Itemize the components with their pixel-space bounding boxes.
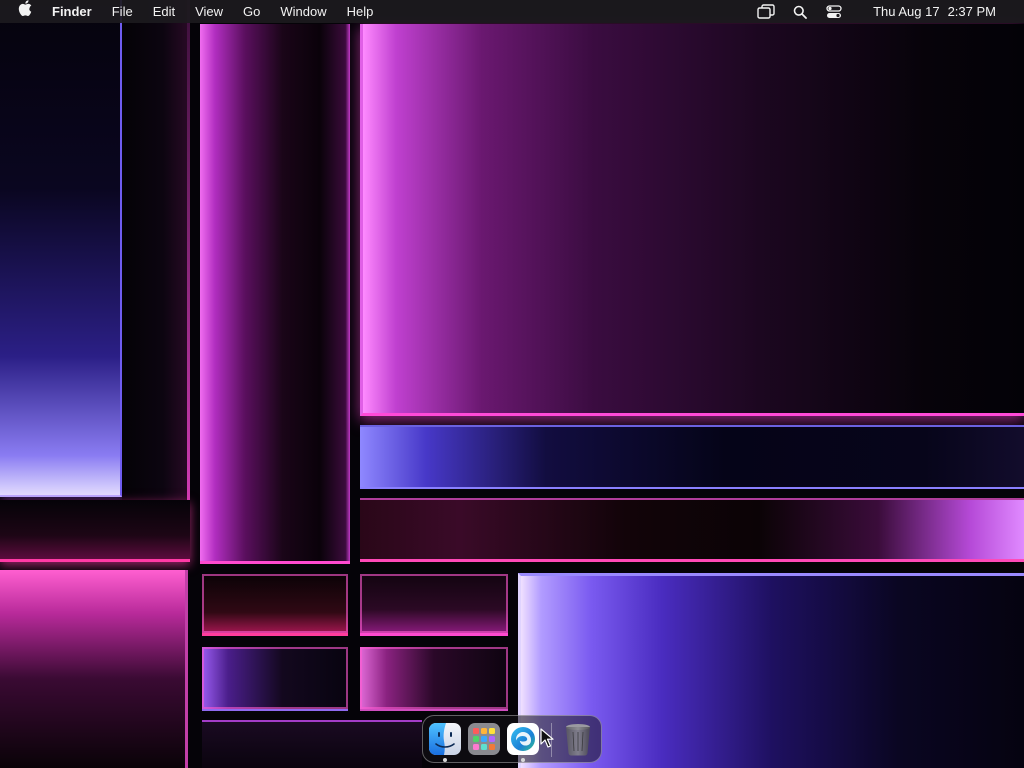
desktop-wallpaper [0, 0, 1024, 768]
menu-window[interactable]: Window [270, 0, 336, 23]
dock-app-launchpad[interactable] [467, 722, 501, 756]
desktop[interactable]: Finder File Edit View Go Window Help Thu… [0, 0, 1024, 768]
apple-icon [18, 0, 32, 23]
wallpaper-panel [360, 647, 508, 711]
apple-menu[interactable] [18, 0, 42, 23]
dock-divider [551, 723, 552, 757]
spotlight-search-icon[interactable] [791, 3, 809, 21]
screen-mirroring-icon[interactable] [757, 3, 775, 21]
clock-time: 2:37 PM [947, 4, 996, 19]
wallpaper-panel [202, 720, 422, 768]
wallpaper-panel [0, 0, 122, 497]
dock [422, 715, 602, 763]
menu-view[interactable]: View [185, 0, 233, 23]
wallpaper-panel [360, 24, 1024, 416]
menu-file[interactable]: File [102, 0, 143, 23]
control-center-icon[interactable] [825, 3, 843, 21]
wallpaper-panel [360, 574, 508, 636]
menu-bar: Finder File Edit View Go Window Help Thu… [0, 0, 1024, 23]
wallpaper-panel [200, 24, 350, 564]
menu-bar-clock[interactable]: Thu Aug 17 2:37 PM [863, 0, 1006, 23]
dock-app-finder[interactable] [428, 722, 462, 762]
wallpaper-panel [122, 0, 190, 560]
menu-go[interactable]: Go [233, 0, 270, 23]
menu-bar-right: Thu Aug 17 2:37 PM [749, 0, 1024, 23]
wallpaper-panel [360, 498, 1024, 562]
wallpaper-panel [0, 500, 190, 562]
dock-app-edge[interactable] [506, 722, 540, 762]
trash-icon [563, 724, 593, 760]
dock-trash[interactable] [563, 722, 597, 756]
wallpaper-panel [202, 574, 348, 636]
running-indicator [521, 758, 525, 762]
menu-edit[interactable]: Edit [143, 0, 185, 23]
running-indicator [443, 758, 447, 762]
menu-help[interactable]: Help [337, 0, 384, 23]
wallpaper-panel [0, 570, 188, 768]
wallpaper-panel [360, 425, 1024, 489]
launchpad-icon [467, 723, 501, 760]
menu-bar-left: Finder File Edit View Go Window Help [0, 0, 383, 23]
clock-date: Thu Aug 17 [873, 4, 940, 19]
app-menu-finder[interactable]: Finder [42, 0, 102, 23]
wallpaper-panel [202, 647, 348, 711]
